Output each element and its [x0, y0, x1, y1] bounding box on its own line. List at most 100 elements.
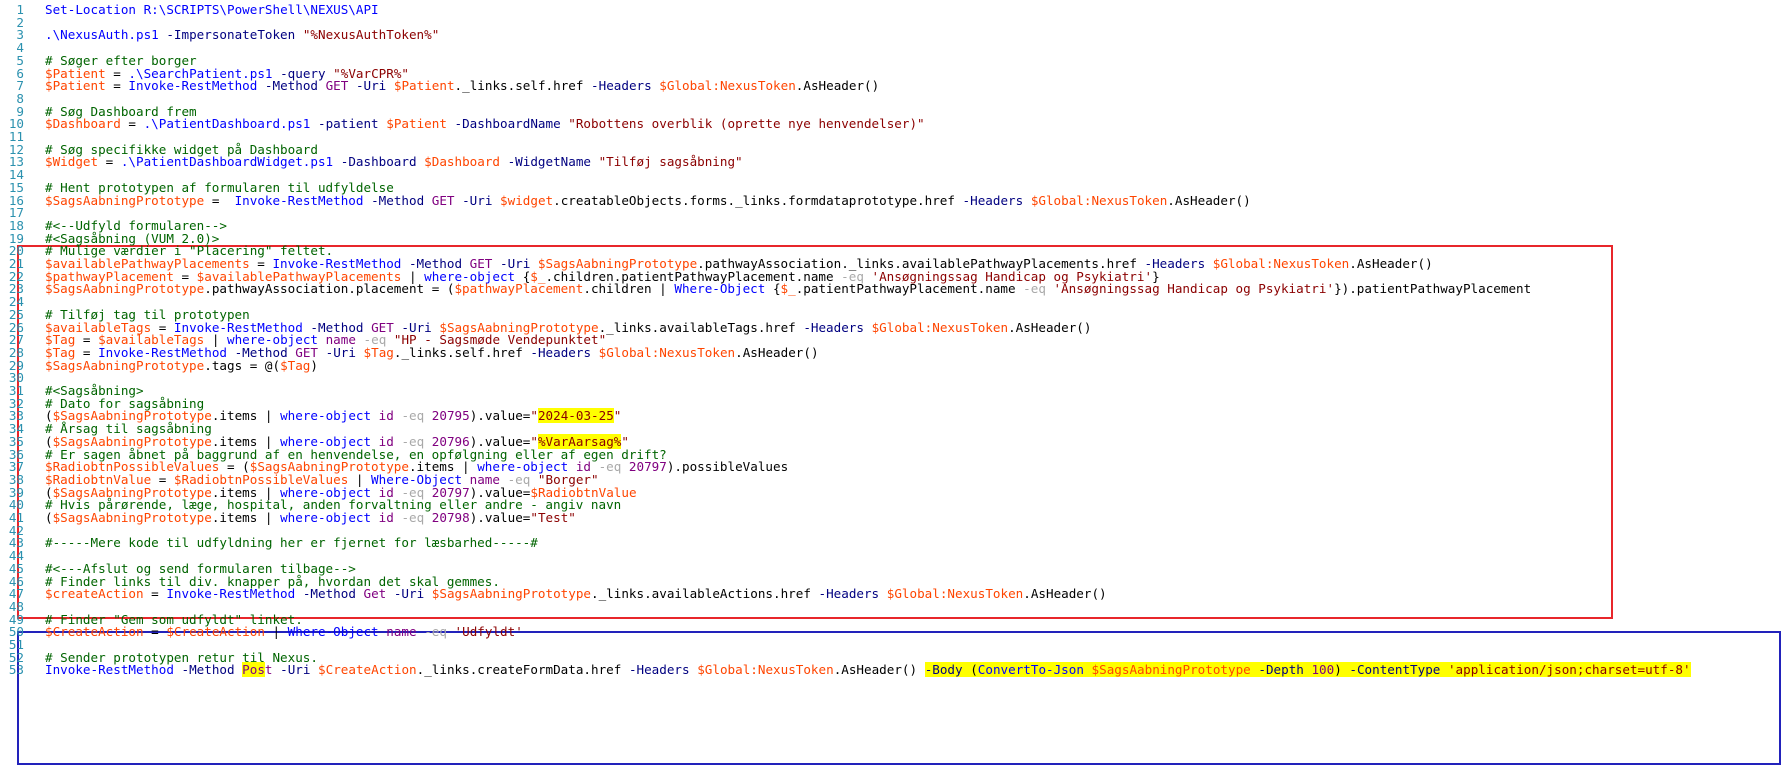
code-token: -DashboardName [454, 116, 561, 132]
code-token: $widget [500, 192, 554, 208]
code-text: $createAction = Invoke-RestMethod -Metho… [45, 587, 1107, 601]
code-token: ._links.self.href [393, 344, 531, 360]
code-token: 'Ansøgningssag Handicap og Psykiatri' [1053, 281, 1335, 297]
code-token: $SagsAabningPrototype [45, 281, 205, 297]
code-token: 20795 [431, 408, 470, 424]
code-text: Set-Location R:\SCRIPTS\PowerShell\NEXUS… [45, 3, 379, 17]
code-token: $SagsAabningPrototype [45, 192, 205, 208]
code-token: -WidgetName [507, 154, 591, 170]
code-token: "Test" [530, 510, 576, 525]
code-token: #-----Mere kode til udfyldning her er fj… [45, 535, 538, 551]
code-token: Invoke-RestMethod [234, 192, 364, 208]
code-token: Invoke-RestMethod [166, 586, 296, 602]
code-token: $createAction [45, 586, 144, 602]
code-token: Set-Location [45, 2, 136, 17]
code-token: .AsHeader() [1023, 586, 1107, 602]
code-token: = [204, 192, 235, 208]
code-token: -Uri [325, 344, 356, 360]
code-token: }).patientPathwayPlacement [1334, 281, 1532, 297]
code-token: where-object [280, 408, 372, 424]
code-token: id [378, 510, 394, 525]
code-token: -Uri [462, 192, 493, 208]
code-token: .pathwayAssociation.placement = ( [204, 281, 455, 297]
code-token: -Headers [591, 78, 652, 94]
code-token: .AsHeader() [1008, 319, 1092, 335]
code-token: -Headers [628, 662, 690, 678]
code-text: $Patient = Invoke-RestMethod -Method GET… [45, 79, 879, 93]
code-token: $Tag [280, 357, 311, 373]
code-token: .AsHeader() [735, 344, 819, 360]
code-token: $CreateAction [318, 662, 417, 678]
code-token: Invoke-RestMethod [128, 78, 258, 94]
highlighted-token: 'application/json;charset=utf-8' [1447, 662, 1691, 678]
code-token: -Headers [530, 344, 592, 360]
code-token: $Global:NexusToken [1030, 192, 1168, 208]
code-token: $Global:NexusToken [886, 586, 1024, 602]
code-token: Invoke-RestMethod [45, 662, 174, 678]
code-token: -Method [181, 662, 235, 678]
highlighted-token: ConvertTo-Json [977, 662, 1084, 678]
code-token: " [530, 408, 538, 424]
code-token: $SagsAabningPrototype [52, 510, 212, 525]
code-editor[interactable]: 1 Set-Location R:\SCRIPTS\PowerShell\NEXU… [0, 0, 1782, 771]
code-token: -eq [401, 408, 425, 424]
code-token: 20798 [431, 510, 470, 525]
code-token: $SagsAabningPrototype [45, 357, 205, 373]
code-token: -Uri [393, 586, 425, 602]
code-token: -ImpersonateToken [166, 27, 296, 43]
code-token: .AsHeader() [795, 78, 880, 94]
code-token: | [264, 624, 288, 640]
code-text: ($SagsAabningPrototype.items | where-obj… [45, 511, 576, 525]
highlighted-token [1440, 662, 1448, 678]
code-token: GET [325, 78, 349, 94]
code-text: #-----Mere kode til udfyldning her er fj… [45, 536, 538, 550]
code-token: ( [45, 510, 53, 525]
code-token: ).value= [469, 408, 531, 424]
code-token: .items | [211, 510, 281, 525]
code-token: = [143, 624, 167, 640]
code-token: " [613, 408, 622, 424]
highlighted-token: $SagsAabningPrototype [1091, 662, 1251, 678]
highlighted-token: Pos [242, 662, 265, 678]
line-number: 53 [8, 662, 24, 678]
code-token: ._links.createFormData.href [416, 662, 629, 678]
code-token: { [765, 281, 781, 297]
code-token: .items | [211, 408, 281, 424]
code-token: where-object [280, 510, 372, 525]
code-text: .\NexusAuth.ps1 -ImpersonateToken "%Nexu… [45, 28, 439, 42]
code-token: -eq [401, 510, 425, 525]
code-text: $SagsAabningPrototype.pathwayAssociation… [45, 282, 1531, 296]
code-token: $Global:NexusToken [659, 78, 796, 94]
code-token: ) [310, 357, 318, 373]
highlighted-token: ) [1334, 662, 1350, 678]
highlighted-token: -Depth [1258, 662, 1304, 678]
code-token: -Method [302, 586, 356, 602]
code-token: -Dashboard [340, 154, 417, 170]
code-token: = [98, 154, 121, 170]
code-token: .children | [583, 281, 675, 297]
code-token: $Dashboard [424, 154, 500, 170]
